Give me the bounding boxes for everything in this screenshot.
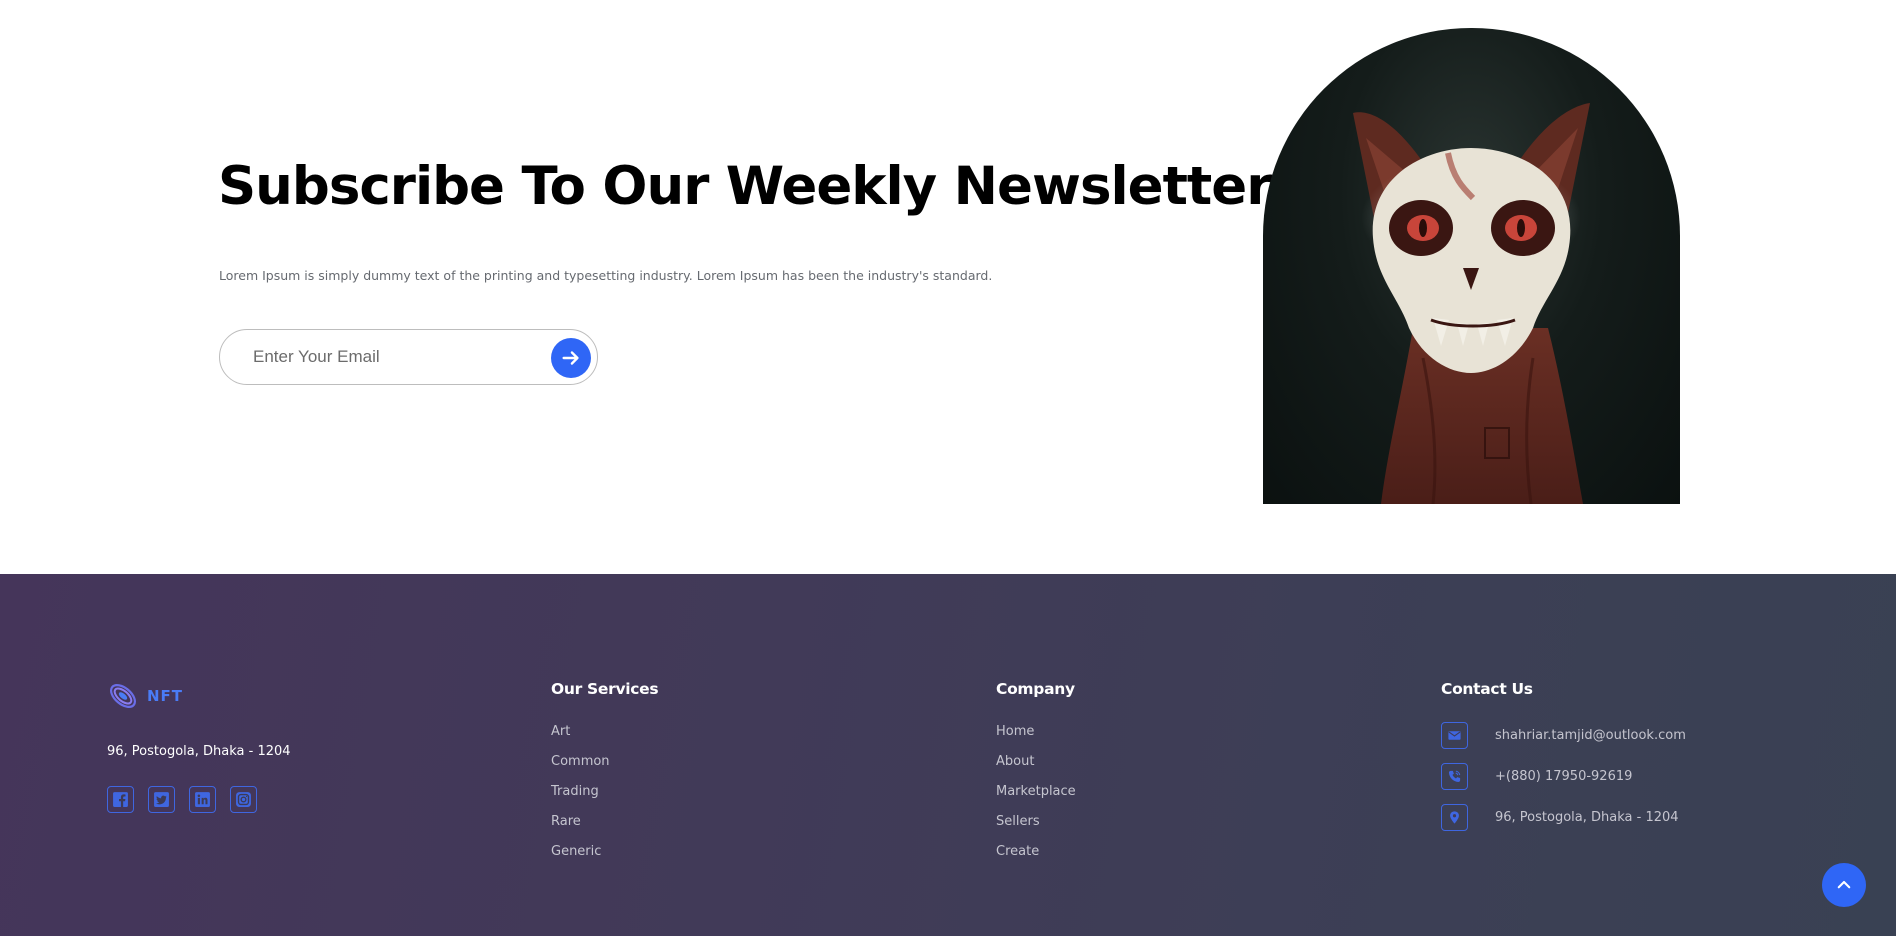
services-column: Our Services Art Common Trading Rare Gen… [551, 680, 659, 874]
facebook-link[interactable] [107, 786, 134, 813]
services-link-rare[interactable]: Rare [551, 814, 658, 844]
logo-text: NFT [147, 687, 184, 705]
nft-artwork-image [1263, 28, 1680, 504]
linkedin-link[interactable] [189, 786, 216, 813]
mail-icon [1441, 722, 1468, 749]
footer-logo[interactable]: NFT [107, 680, 183, 712]
services-link-trading[interactable]: Trading [551, 784, 658, 814]
newsletter-description: Lorem Ipsum is simply dummy text of the … [219, 268, 993, 283]
services-link-common[interactable]: Common [551, 754, 658, 784]
email-input[interactable] [220, 330, 540, 384]
phone-icon [1441, 763, 1468, 790]
contact-email-row: shahriar.tamjid@outlook.com [1441, 715, 1686, 756]
scroll-to-top-button[interactable] [1822, 863, 1866, 907]
instagram-link[interactable] [230, 786, 257, 813]
company-title: Company [996, 680, 1075, 698]
skull-cat-illustration [1353, 103, 1590, 504]
contact-column: Contact Us shahriar.tamjid@outlook.com +… [1441, 680, 1686, 838]
company-link-sellers[interactable]: Sellers [996, 814, 1076, 844]
contact-list: shahriar.tamjid@outlook.com +(880) 17950… [1441, 715, 1686, 838]
newsletter-form [219, 329, 598, 385]
subscribe-button[interactable] [551, 338, 591, 378]
company-link-home[interactable]: Home [996, 724, 1076, 754]
services-link-art[interactable]: Art [551, 724, 658, 754]
services-link-generic[interactable]: Generic [551, 844, 658, 874]
facebook-icon [113, 792, 128, 807]
company-link-about[interactable]: About [996, 754, 1076, 784]
newsletter-section: Subscribe To Our Weekly Newsletter Lorem… [0, 0, 1896, 574]
contact-phone-row: +(880) 17950-92619 [1441, 756, 1686, 797]
contact-title: Contact Us [1441, 680, 1533, 698]
contact-email[interactable]: shahriar.tamjid@outlook.com [1495, 728, 1686, 743]
contact-address: 96, Postogola, Dhaka - 1204 [1495, 810, 1679, 825]
contact-phone[interactable]: +(880) 17950-92619 [1495, 769, 1632, 784]
linkedin-icon [195, 792, 210, 807]
chevron-up-icon [1837, 880, 1851, 889]
nft-logo-icon [110, 684, 136, 708]
instagram-icon [236, 792, 251, 807]
company-link-create[interactable]: Create [996, 844, 1076, 874]
contact-address-row: 96, Postogola, Dhaka - 1204 [1441, 797, 1686, 838]
twitter-link[interactable] [148, 786, 175, 813]
services-title: Our Services [551, 680, 659, 698]
arrow-right-icon [562, 351, 579, 365]
location-pin-icon [1441, 804, 1468, 831]
footer: NFT 96, Postogola, Dhaka - 1204 Our Serv… [0, 574, 1896, 936]
company-list: Home About Marketplace Sellers Create [996, 724, 1076, 874]
footer-address: 96, Postogola, Dhaka - 1204 [107, 744, 291, 759]
twitter-icon [154, 792, 169, 807]
company-link-marketplace[interactable]: Marketplace [996, 784, 1076, 814]
social-links [107, 786, 257, 813]
services-list: Art Common Trading Rare Generic [551, 724, 658, 874]
company-column: Company Home About Marketplace Sellers C… [996, 680, 1076, 874]
newsletter-title: Subscribe To Our Weekly Newsletter [218, 156, 1272, 217]
